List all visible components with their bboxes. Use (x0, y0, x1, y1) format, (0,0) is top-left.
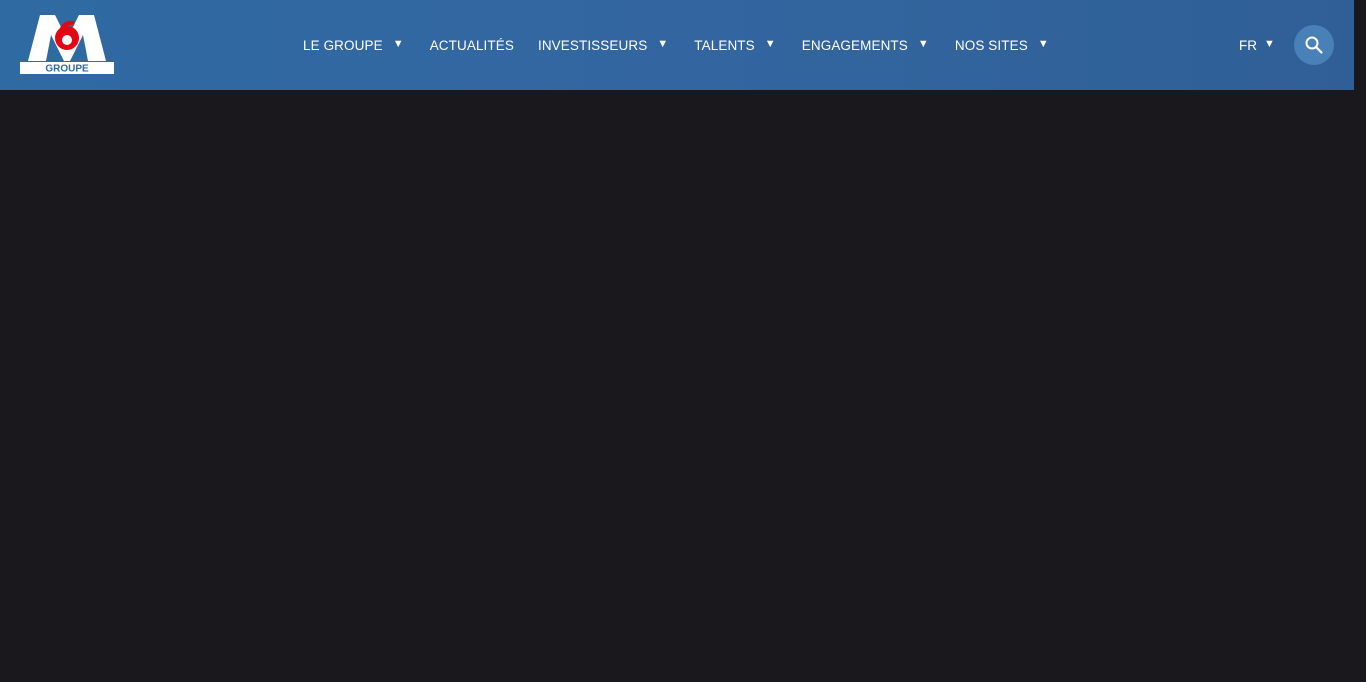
nav-item-label: NOS SITES (954, 37, 1028, 53)
nav-item-le-groupe[interactable]: LE GROUPE ▼ (303, 38, 404, 53)
nav-item-label: INVESTISSEURS (537, 37, 648, 53)
chevron-down-icon: ▼ (1264, 38, 1275, 50)
chevron-down-icon: ▼ (657, 38, 669, 50)
nav-item-investisseurs[interactable]: INVESTISSEURS ▼ (538, 38, 668, 53)
chevron-down-icon: ▼ (1037, 38, 1049, 50)
page: GROUPE LE GROUPE ▼ ACTUALITÉS INVESTISSE… (0, 0, 1366, 682)
chevron-down-icon: ▼ (764, 38, 776, 50)
nav-item-label: ACTUALITÉS (429, 37, 514, 53)
page-scrollbar[interactable] (1354, 0, 1366, 682)
nav-item-nos-sites[interactable]: NOS SITES ▼ (955, 38, 1049, 53)
search-icon (1305, 36, 1323, 54)
chevron-down-icon: ▼ (392, 38, 404, 50)
m6-groupe-logo[interactable]: GROUPE (20, 13, 114, 74)
language-selector[interactable]: FR ▼ (1239, 0, 1275, 90)
site-header: GROUPE LE GROUPE ▼ ACTUALITÉS INVESTISSE… (0, 0, 1354, 90)
search-button[interactable] (1294, 25, 1334, 65)
nav-item-actualites[interactable]: ACTUALITÉS (430, 38, 514, 53)
nav-item-label: LE GROUPE (303, 37, 383, 53)
language-label: FR (1239, 37, 1257, 53)
nav-item-label: ENGAGEMENTS (801, 37, 908, 53)
main-navigation: LE GROUPE ▼ ACTUALITÉS INVESTISSEURS ▼ T… (303, 0, 1049, 90)
main-content (0, 90, 1354, 682)
chevron-down-icon: ▼ (917, 38, 929, 50)
nav-item-talents[interactable]: TALENTS ▼ (694, 38, 775, 53)
nav-item-label: TALENTS (694, 37, 755, 53)
m6-logo-icon: GROUPE (20, 15, 114, 75)
svg-text:GROUPE: GROUPE (45, 64, 89, 75)
nav-item-engagements[interactable]: ENGAGEMENTS ▼ (802, 38, 929, 53)
